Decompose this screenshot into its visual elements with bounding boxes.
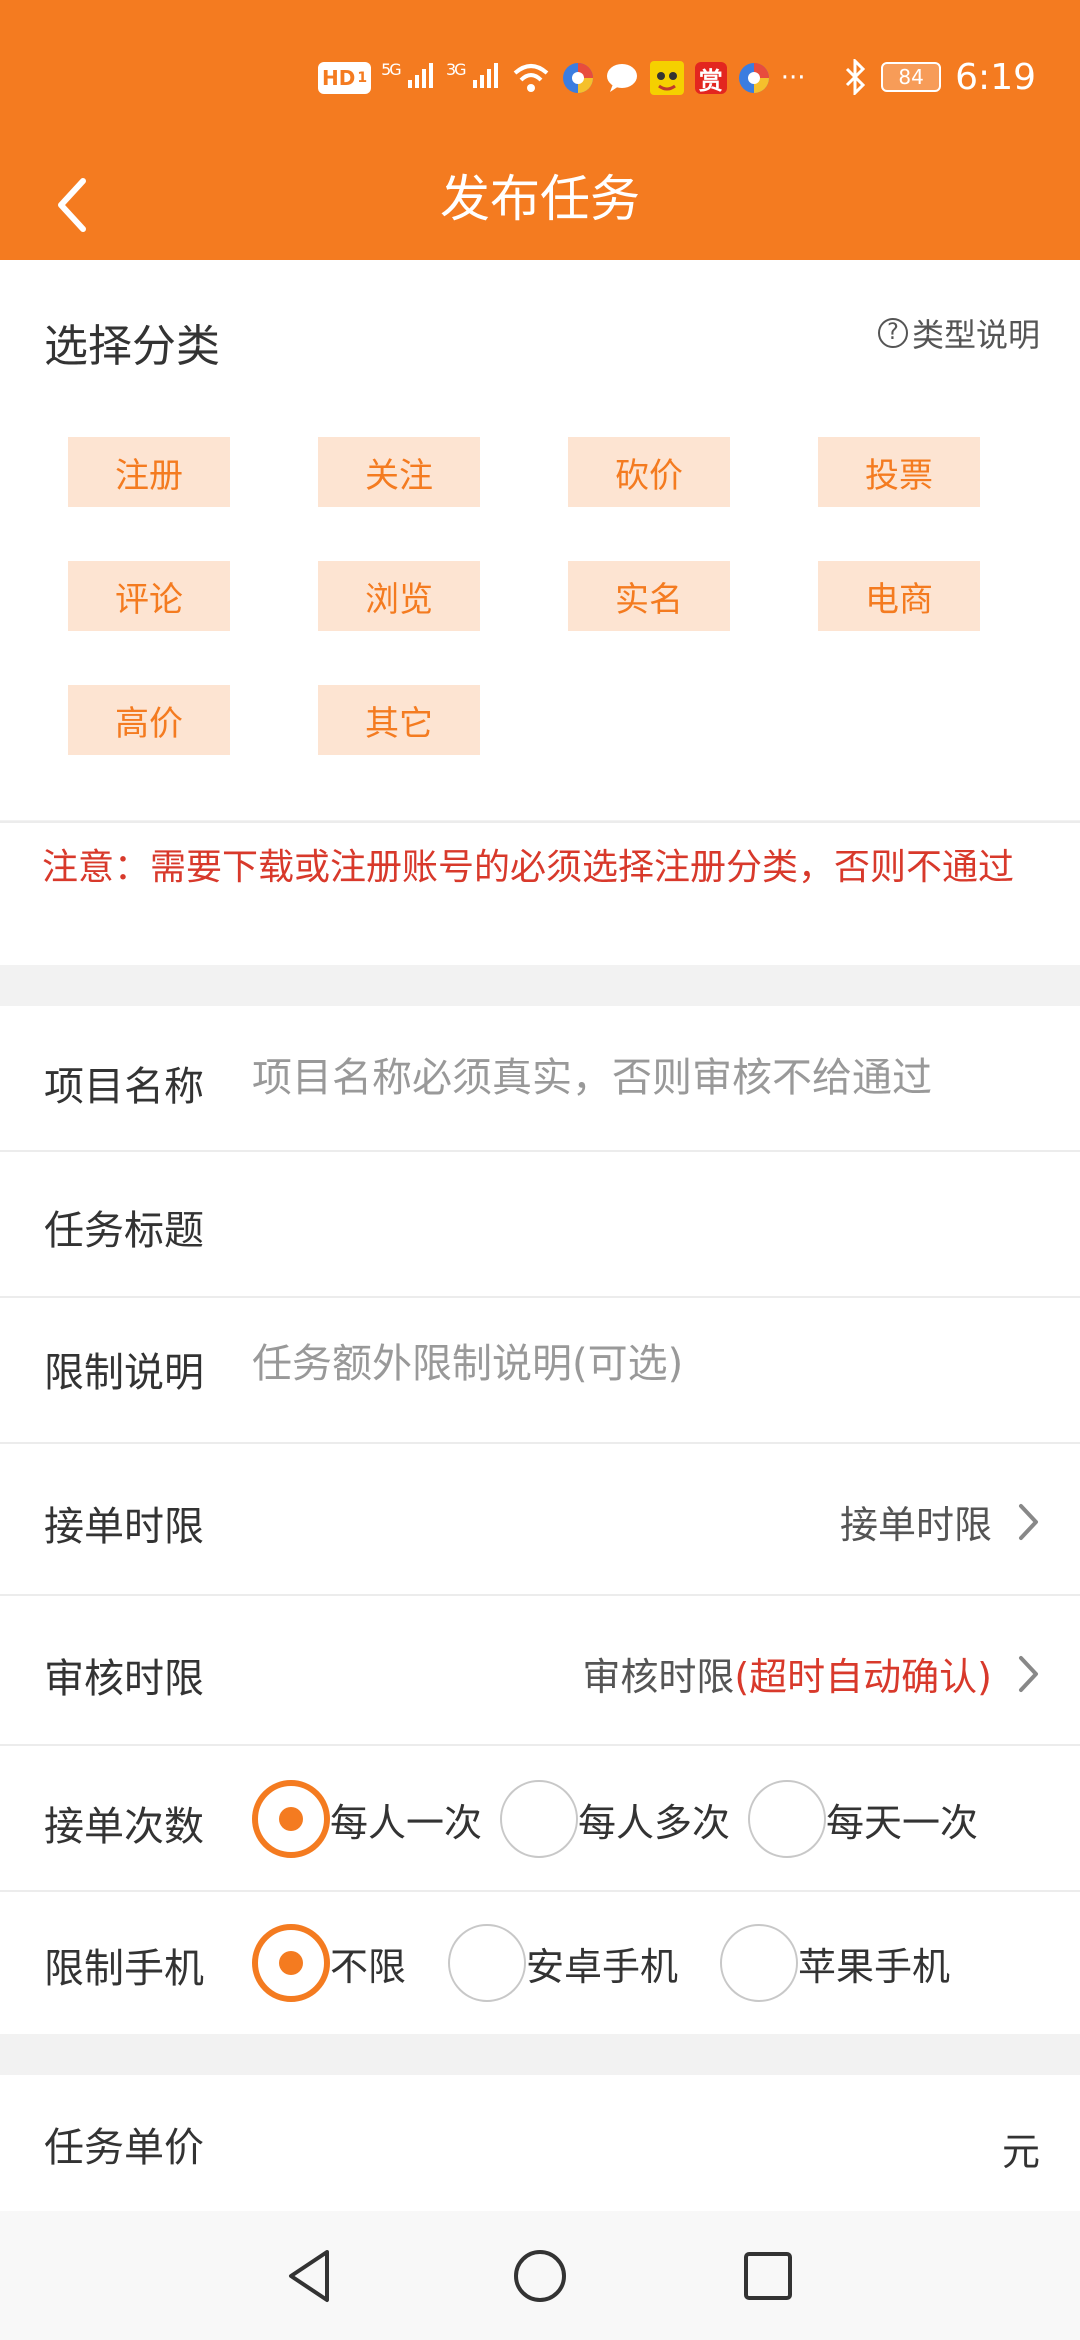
signal-5g-label: 5G: [381, 59, 402, 79]
chevron-right-icon: [1019, 1503, 1038, 1540]
category-title: 选择分类: [44, 321, 220, 372]
category-grid: 注册 关注 砍价 投票 评论 浏览 实名 电商 高价 其它: [68, 437, 988, 755]
review-deadline-picker[interactable]: 审核时限(超时自动确认): [582, 1646, 1040, 1701]
reward-label: 赏: [698, 66, 723, 95]
signal-bars-icon: [407, 62, 433, 88]
category-chip-register[interactable]: 注册: [68, 437, 230, 507]
status-icons-left: HD 1 5G 3G 赏 ···: [318, 56, 806, 100]
hd-icon: HD 1: [318, 62, 372, 94]
radio-unchecked-icon[interactable]: [720, 1924, 799, 2002]
radio-unchecked-icon[interactable]: [748, 1780, 827, 1858]
title-bar: 发布任务: [0, 150, 1080, 260]
radio-unchecked-icon[interactable]: [500, 1780, 579, 1858]
price-input[interactable]: [252, 2111, 972, 2171]
limit-desc-input[interactable]: [252, 1334, 1032, 1394]
app-header: HD 1 5G 3G 赏 ··· 84 6:19 发布任务: [0, 0, 1080, 260]
game-app-icon: [649, 61, 684, 95]
more-notifications-icon: ···: [780, 63, 806, 93]
phone-limit-option-iphone[interactable]: 苹果手机: [720, 1924, 950, 2002]
accept-times-label: 接单次数: [44, 1804, 204, 1850]
battery-level: 84: [898, 65, 924, 89]
type-help-label: 类型说明: [911, 316, 1040, 354]
battery-icon: 84: [881, 62, 942, 92]
task-title-row: 任务标题: [0, 1152, 1080, 1298]
phone-limit-label: 限制手机: [44, 1946, 204, 1992]
accept-times-option-multiple[interactable]: 每人多次: [500, 1780, 730, 1858]
category-chip-follow[interactable]: 关注: [318, 437, 480, 507]
accept-times-option-label: 每人一次: [330, 1800, 483, 1845]
nav-home-circle-icon[interactable]: [503, 2239, 577, 2313]
phone-limit-option-any[interactable]: 不限: [252, 1924, 406, 2002]
phone-limit-option-label: 安卓手机: [526, 1944, 679, 1989]
category-chip-other[interactable]: 其它: [318, 685, 480, 755]
accept-times-row: 接单次数 每人一次 每人多次 每天一次: [0, 1746, 1080, 1892]
status-icons-right: 84 6:19: [843, 52, 1036, 102]
review-deadline-value-group: 审核时限(超时自动确认): [582, 1646, 992, 1701]
radio-checked-icon[interactable]: [252, 1780, 330, 1858]
review-deadline-label: 审核时限: [44, 1656, 204, 1702]
category-chip-realname[interactable]: 实名: [568, 561, 730, 631]
review-deadline-note: (超时自动确认): [734, 1655, 992, 1699]
task-form: 项目名称 任务标题 限制说明 接单时限 接单时限 审核时限 审核时限(超时自动确…: [0, 1006, 1080, 2034]
signal-3g-label: 3G: [445, 59, 467, 79]
category-chip-ecommerce[interactable]: 电商: [818, 561, 980, 631]
review-deadline-row[interactable]: 审核时限 审核时限(超时自动确认): [0, 1596, 1080, 1746]
phone-limit-radio-group: 不限 安卓手机 苹果手机: [252, 1924, 950, 2002]
project-name-row: 项目名称: [0, 1006, 1080, 1152]
limit-desc-row: 限制说明: [0, 1298, 1080, 1444]
signal-bars-icon: [472, 62, 498, 88]
signal-5g-icon: 5G: [381, 60, 436, 97]
wifi-icon: [513, 64, 549, 92]
price-section: 任务单价 元: [0, 2075, 1080, 2211]
phone-limit-row: 限制手机 不限 安卓手机 苹果手机: [0, 1892, 1080, 2034]
notice-section: 注意：需要下载或注册账号的必须选择注册分类，否则不通过: [0, 821, 1080, 965]
hd-sub-label: 1: [357, 70, 368, 86]
status-time: 6:19: [955, 56, 1036, 98]
type-help-link[interactable]: ? 类型说明: [877, 310, 1040, 356]
chat-bubble-icon: [606, 64, 637, 92]
accept-times-option-daily[interactable]: 每天一次: [748, 1780, 978, 1858]
phone-limit-option-label: 不限: [330, 1944, 407, 1989]
hd-label: HD: [322, 66, 356, 90]
category-section: 选择分类 ? 类型说明 注册 关注 砍价 投票 评论 浏览 实名 电商 高价 其…: [0, 260, 1080, 820]
chevron-right-icon: [1019, 1655, 1038, 1692]
page-title: 发布任务: [440, 170, 640, 228]
task-title-label: 任务标题: [44, 1208, 204, 1254]
task-title-input[interactable]: [252, 1192, 1032, 1252]
browser-app-icon-2: [738, 63, 769, 93]
category-chip-high-price[interactable]: 高价: [68, 685, 230, 755]
status-bar: HD 1 5G 3G 赏 ··· 84 6:19: [0, 0, 1080, 150]
price-label: 任务单价: [44, 2125, 204, 2171]
browser-app-icon: [562, 63, 593, 93]
bluetooth-icon: [846, 59, 866, 95]
review-deadline-value: 审核时限: [582, 1655, 735, 1699]
price-unit: 元: [1001, 2130, 1040, 2174]
radio-checked-icon[interactable]: [252, 1924, 330, 2002]
category-chip-vote[interactable]: 投票: [818, 437, 980, 507]
accept-deadline-label: 接单时限: [44, 1504, 204, 1550]
accept-deadline-value: 接单时限: [839, 1503, 992, 1547]
radio-unchecked-icon[interactable]: [448, 1924, 527, 2002]
accept-times-option-once[interactable]: 每人一次: [252, 1780, 482, 1858]
reward-app-icon: 赏: [694, 62, 727, 95]
limit-desc-label: 限制说明: [44, 1350, 204, 1396]
category-chip-comment[interactable]: 评论: [68, 561, 230, 631]
accept-deadline-row[interactable]: 接单时限 接单时限: [0, 1444, 1080, 1596]
category-chip-browse[interactable]: 浏览: [318, 561, 480, 631]
phone-limit-option-label: 苹果手机: [798, 1944, 951, 1989]
accept-times-option-label: 每人多次: [578, 1800, 731, 1845]
nav-recents-square-icon[interactable]: [731, 2239, 805, 2313]
project-name-label: 项目名称: [44, 1064, 204, 1110]
nav-back-triangle-icon[interactable]: [272, 2239, 346, 2313]
project-name-input[interactable]: [252, 1048, 1032, 1108]
category-chip-bargain[interactable]: 砍价: [568, 437, 730, 507]
signal-3g-icon: 3G: [446, 60, 501, 97]
accept-deadline-picker[interactable]: 接单时限: [840, 1494, 1040, 1549]
system-nav-bar: [0, 2211, 1080, 2340]
question-circle-icon: ?: [877, 318, 908, 348]
accept-times-radio-group: 每人一次 每人多次 每天一次: [252, 1780, 978, 1858]
accept-times-option-label: 每天一次: [826, 1800, 979, 1845]
notice-text: 注意：需要下载或注册账号的必须选择注册分类，否则不通过: [42, 847, 1015, 888]
phone-limit-option-android[interactable]: 安卓手机: [448, 1924, 678, 2002]
